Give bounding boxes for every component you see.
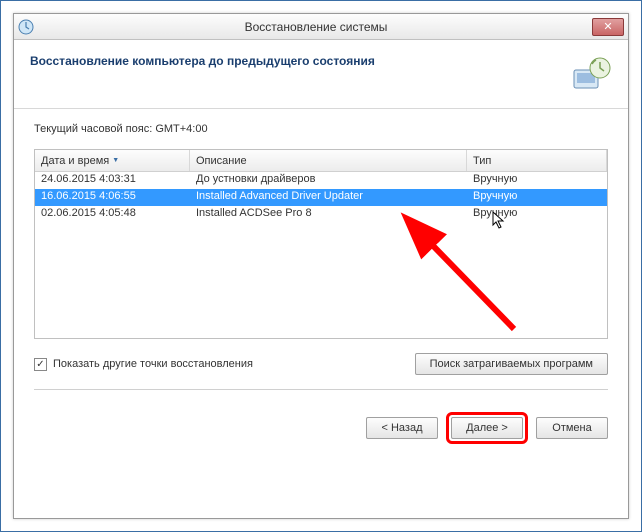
next-button-highlight: Далее > — [446, 412, 528, 444]
check-icon: ✓ — [36, 359, 44, 370]
outer-frame: Восстановление системы ✕ Восстановление … — [0, 0, 642, 532]
cancel-button[interactable]: Отмена — [536, 417, 608, 439]
scan-affected-button[interactable]: Поиск затрагиваемых программ — [415, 353, 608, 375]
footer: < Назад Далее > Отмена — [14, 400, 628, 456]
app-icon — [18, 19, 34, 35]
titlebar: Восстановление системы ✕ — [14, 14, 628, 40]
show-other-checkbox[interactable]: ✓ Показать другие точки восстановления — [34, 358, 253, 371]
window: Восстановление системы ✕ Восстановление … — [13, 13, 629, 519]
table-body: 24.06.2015 4:03:31До устновки драйверовВ… — [35, 172, 607, 223]
column-date[interactable]: Дата и время ▼ — [35, 150, 190, 171]
column-type[interactable]: Тип — [467, 150, 607, 171]
back-button[interactable]: < Назад — [366, 417, 438, 439]
cell-description: Installed ACDSee Pro 8 — [190, 206, 467, 223]
page-title: Восстановление компьютера до предыдущего… — [30, 54, 568, 68]
checkbox-box: ✓ — [34, 358, 47, 371]
window-title: Восстановление системы — [40, 20, 592, 34]
table-row[interactable]: 24.06.2015 4:03:31До устновки драйверовВ… — [35, 172, 607, 189]
cell-date: 24.06.2015 4:03:31 — [35, 172, 190, 189]
cell-date: 16.06.2015 4:06:55 — [35, 189, 190, 206]
body: Текущий часовой пояс: GMT+4:00 Дата и вр… — [14, 109, 628, 400]
restore-points-table: Дата и время ▼ Описание Тип 24.06.2015 4… — [34, 149, 608, 339]
separator — [34, 389, 608, 390]
cell-description: До устновки драйверов — [190, 172, 467, 189]
cell-description: Installed Advanced Driver Updater — [190, 189, 467, 206]
options-row: ✓ Показать другие точки восстановления П… — [34, 353, 608, 375]
restore-icon — [568, 54, 612, 98]
close-icon: ✕ — [603, 20, 612, 33]
table-row[interactable]: 02.06.2015 4:05:48Installed ACDSee Pro 8… — [35, 206, 607, 223]
header-area: Восстановление компьютера до предыдущего… — [14, 40, 628, 109]
timezone-label: Текущий часовой пояс: GMT+4:00 — [34, 123, 608, 135]
cell-type: Вручную — [467, 172, 607, 189]
column-description[interactable]: Описание — [190, 150, 467, 171]
next-button[interactable]: Далее > — [451, 417, 523, 439]
cell-type: Вручную — [467, 189, 607, 206]
cell-date: 02.06.2015 4:05:48 — [35, 206, 190, 223]
close-button[interactable]: ✕ — [592, 18, 624, 36]
table-header: Дата и время ▼ Описание Тип — [35, 150, 607, 172]
show-other-label: Показать другие точки восстановления — [53, 358, 253, 370]
sort-indicator-icon: ▼ — [112, 157, 119, 164]
cell-type: Вручную — [467, 206, 607, 223]
table-row[interactable]: 16.06.2015 4:06:55Installed Advanced Dri… — [35, 189, 607, 206]
